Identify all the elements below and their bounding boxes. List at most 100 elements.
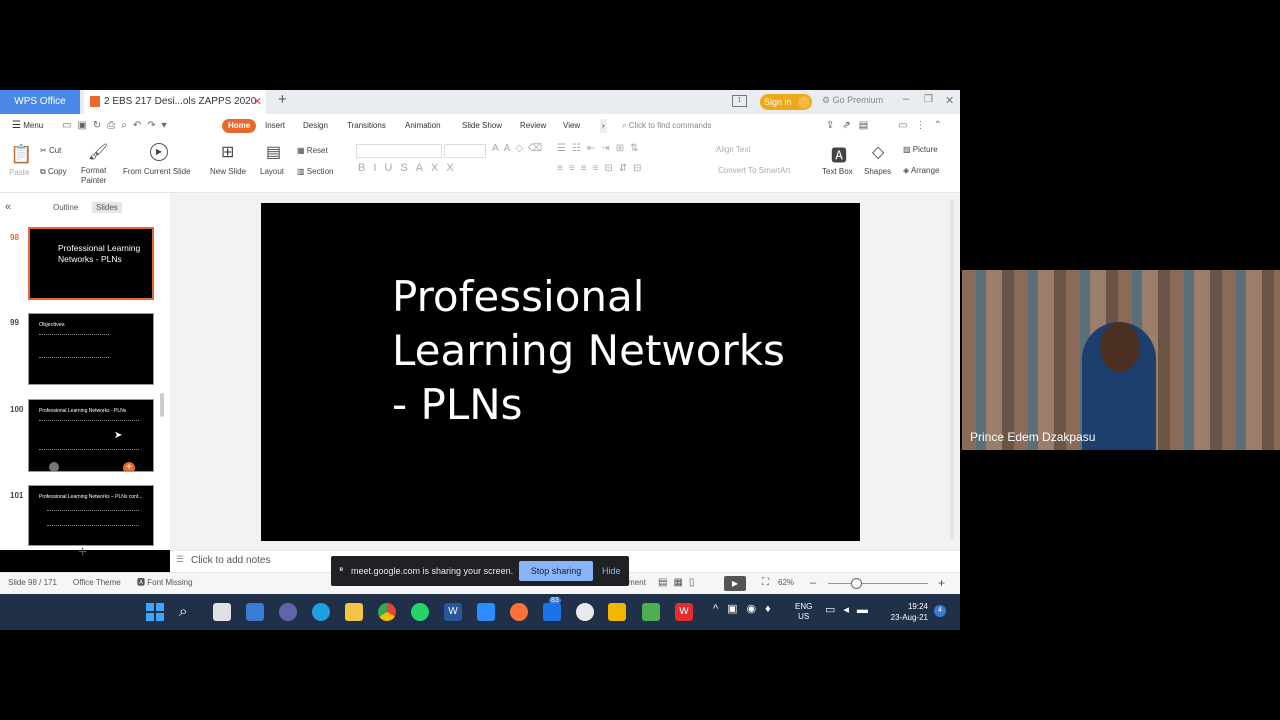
play-icon[interactable]: ▶ <box>150 143 168 161</box>
chrome-icon[interactable] <box>378 603 396 621</box>
collapse-panel-icon[interactable]: « <box>5 201 11 213</box>
alignment-tools[interactable]: ≡≡≡≡⊟⇵⊟ <box>557 163 647 174</box>
slide-title[interactable]: Professional Learning Networks - PLNs <box>392 270 812 432</box>
cut-button[interactable]: ✂ Cut <box>40 146 61 155</box>
zoom-out-icon[interactable]: – <box>810 573 816 593</box>
start-icon[interactable] <box>146 603 164 621</box>
notes-drag-icon[interactable]: ☰ <box>176 554 184 565</box>
play-animation-icon[interactable] <box>49 462 59 471</box>
edge-icon[interactable] <box>312 603 330 621</box>
messaging-app-icon[interactable]: 83 <box>543 597 561 621</box>
layout-button[interactable]: Layout <box>260 167 284 176</box>
system-tray-icons[interactable]: ^▣◉♦ <box>713 602 780 615</box>
close-window-icon[interactable]: ✕ <box>945 94 954 107</box>
new-slide-button[interactable]: New Slide <box>210 167 246 176</box>
network-volume-battery-icons[interactable]: ▭◂▬ <box>825 603 876 616</box>
file-explorer-icon[interactable] <box>345 603 363 621</box>
chat-bubble-icon[interactable] <box>576 603 594 621</box>
minimize-icon[interactable]: – <box>903 93 909 105</box>
zoom-slider[interactable] <box>828 583 928 584</box>
new-slide-icon[interactable]: ⊞ <box>221 142 234 162</box>
presentation-app-icon[interactable] <box>608 603 626 621</box>
quick-access-toolbar[interactable]: ▭▣↻⎙⌕↶↷▾ <box>62 114 173 138</box>
command-search[interactable]: ⌕ Click to find commands <box>622 114 711 138</box>
layout-icon[interactable]: 1 <box>732 95 747 107</box>
text-box-icon[interactable]: 🅰 <box>831 142 847 166</box>
canvas-scrollbar[interactable] <box>950 199 954 539</box>
wps-office-tab[interactable]: WPS Office <box>0 90 80 114</box>
new-slide-plus-icon[interactable]: + <box>78 545 87 561</box>
format-painter-button[interactable]: Format Painter <box>81 166 106 186</box>
paragraph-tools[interactable]: ☰☷⇤⇥⊞⇅ <box>557 143 644 154</box>
stop-sharing-button[interactable]: Stop sharing <box>519 561 593 581</box>
document-tab[interactable]: 2 EBS 217 Desi...ols ZAPPS 2020 ▭ ✕ <box>84 90 266 132</box>
zoom-app-icon[interactable] <box>477 603 495 621</box>
slide-thumbnail[interactable]: Professional Learning Networks – PLNs co… <box>28 485 154 546</box>
widgets-icon[interactable] <box>246 603 264 621</box>
view-mode-icons[interactable]: ▤▦▯ <box>658 573 700 593</box>
teams-chat-icon[interactable] <box>279 603 297 621</box>
font-name-select[interactable] <box>356 144 442 158</box>
comment-more-collapse[interactable]: ▭⋮⌃ <box>898 114 950 138</box>
slide-thumbnail[interactable]: Objectives <box>28 313 154 385</box>
restore-icon[interactable]: ❐ <box>924 94 933 105</box>
panel-scrollbar[interactable] <box>160 393 164 417</box>
slide-thumbnail[interactable]: Professional Learning Networks - PLNs <box>28 227 154 300</box>
tab-home[interactable]: Home <box>222 119 257 133</box>
search-icon[interactable]: ⌕ <box>179 603 197 621</box>
share-tools[interactable]: ⇪⇗▤ <box>826 114 876 138</box>
picture-button[interactable]: ▨ Picture <box>903 145 938 154</box>
go-premium-button[interactable]: ⚙ Go Premium <box>822 95 883 106</box>
tab-animation[interactable]: Animation <box>405 114 441 138</box>
tab-view[interactable]: View <box>563 114 580 138</box>
main-slide[interactable]: Professional Learning Networks - PLNs <box>261 203 860 541</box>
more-tabs-icon[interactable]: › <box>600 119 607 133</box>
shapes-icon[interactable]: ◇ <box>872 142 884 162</box>
tab-outline[interactable]: Outline <box>53 203 78 212</box>
clock[interactable]: 19:24 23-Aug-21 <box>886 601 928 623</box>
font-missing-button[interactable]: 🅰 Font Missing <box>137 573 193 593</box>
tab-design[interactable]: Design <box>303 114 328 138</box>
hide-button[interactable]: Hide <box>602 566 621 576</box>
from-current-slide-button[interactable]: From Current Slide <box>123 167 191 176</box>
whatsapp-icon[interactable] <box>411 603 429 621</box>
app-group-icon[interactable] <box>642 603 660 621</box>
language-indicator[interactable]: ENG US <box>795 602 812 622</box>
word-icon[interactable]: W <box>444 603 462 621</box>
slide-thumbnail[interactable]: Professional Learning Networks - PLNs ➤ … <box>28 399 154 472</box>
add-slide-icon[interactable]: + <box>123 462 135 471</box>
format-painter-icon[interactable]: 🖌 <box>88 142 108 162</box>
wps-taskbar-icon[interactable]: W <box>675 603 693 621</box>
section-button[interactable]: ▥ Section <box>297 167 333 176</box>
menu-button[interactable]: ☰ Menu <box>12 114 43 138</box>
convert-smartart-button[interactable]: Convert To SmartArt <box>718 166 790 175</box>
zoom-level[interactable]: 62% <box>778 573 794 593</box>
zoom-slider-thumb[interactable] <box>851 578 862 589</box>
comment-label[interactable]: ment <box>628 573 646 593</box>
text-box-button[interactable]: Text Box <box>822 167 853 176</box>
reset-button[interactable]: ▦ Reset <box>297 146 328 155</box>
shapes-button[interactable]: Shapes <box>864 167 891 176</box>
tab-review[interactable]: Review <box>520 114 546 138</box>
font-style-tools[interactable]: BIUSAXX <box>358 162 462 174</box>
layout-icon-ribbon[interactable]: ▤ <box>266 142 281 162</box>
font-size-select[interactable] <box>444 144 486 158</box>
sign-in-button[interactable]: Sign in <box>760 94 812 110</box>
arrange-button[interactable]: ◈ Arrange <box>903 166 939 175</box>
tab-slides[interactable]: Slides <box>92 202 122 213</box>
task-view-icon[interactable] <box>213 603 231 621</box>
align-text-button[interactable]: Align Text <box>716 145 751 154</box>
new-tab-icon[interactable]: + <box>278 91 287 108</box>
zoom-in-icon[interactable]: + <box>938 573 945 593</box>
fit-icon[interactable]: ⛶ <box>762 573 769 593</box>
slideshow-play-button[interactable]: ▶ <box>724 576 746 591</box>
close-tab-icon[interactable]: ✕ <box>253 90 262 114</box>
tab-insert[interactable]: Insert <box>265 114 285 138</box>
firefox-icon[interactable] <box>510 603 528 621</box>
font-size-tools[interactable]: AA◇⌫ <box>492 143 547 154</box>
paste-button[interactable]: Paste <box>9 168 29 177</box>
tab-slide-show[interactable]: Slide Show <box>462 114 502 138</box>
copy-button[interactable]: ⧉ Copy <box>40 167 67 177</box>
notification-count[interactable]: 4 <box>934 605 946 617</box>
tab-transitions[interactable]: Transitions <box>347 114 386 138</box>
